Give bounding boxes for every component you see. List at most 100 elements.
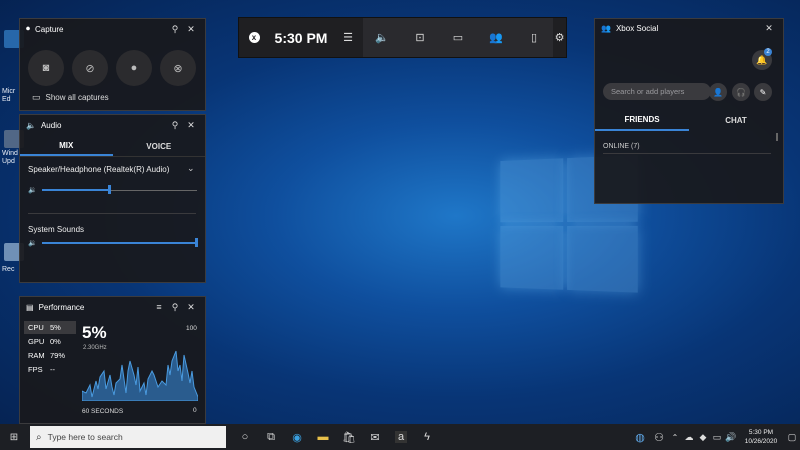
store-button[interactable]: 🛍 (336, 424, 362, 450)
tray-network[interactable]: ▭ (710, 424, 724, 450)
graph-min-label: 0 (193, 407, 197, 414)
widget-menu-button[interactable]: ☰ (333, 18, 363, 57)
mail-icon: ✉ (370, 431, 380, 444)
metric-row-fps[interactable]: FPS -- (24, 362, 76, 376)
capture-widget-button[interactable]: ⊡ (401, 18, 439, 57)
tray-people-button[interactable]: ⚇ (650, 424, 668, 450)
settings-button[interactable]: ⚙ (553, 18, 566, 57)
mouse-widget-button[interactable]: ▯ (515, 18, 553, 57)
metric-label: FPS (28, 364, 43, 374)
capture-title: Capture (35, 24, 64, 34)
file-explorer-button[interactable]: ▬ (310, 424, 336, 450)
close-icon[interactable]: ✕ (761, 23, 777, 34)
capture-widget: ⏺ Capture ⚲ ✕ ◙ ⊘ ● ⊗ ▭ Show all capture… (19, 18, 206, 111)
settings-sliders-icon[interactable]: ≡ (151, 302, 167, 312)
metric-value: 5% (50, 323, 61, 332)
metric-list: CPU 5% GPU 0% RAM 79% FPS -- (24, 321, 76, 376)
close-icon[interactable]: ✕ (183, 24, 199, 35)
online-section-header[interactable]: ONLINE (7) (603, 143, 771, 154)
amazon-button[interactable]: a (388, 424, 414, 450)
metric-row-ram[interactable]: RAM 79% (24, 348, 76, 362)
show-all-label: Show all captures (45, 93, 109, 102)
cpu-usage-graph (82, 350, 198, 401)
headset-icon: 🎧 (736, 87, 746, 97)
metric-value: 79% (50, 350, 66, 360)
chevron-up-icon: ⌃ (671, 432, 679, 442)
tray-app-button[interactable]: ◍ (630, 424, 650, 450)
mouse-icon: ▯ (530, 32, 538, 44)
mic-toggle-button[interactable]: ⊗ (160, 50, 196, 86)
party-button[interactable]: 🎧 (732, 83, 750, 101)
tray-volume[interactable]: 🔊 (724, 424, 738, 450)
tab-chat-label: CHAT (725, 115, 747, 125)
xbox-social-widget: 👥 Xbox Social ✕ 🔔 2 Search or add player… (594, 18, 784, 204)
app-button[interactable]: ϟ (414, 424, 440, 450)
volume-icon: 🔉 (28, 187, 37, 194)
metric-value: 0% (50, 336, 61, 346)
pin-icon[interactable]: ⚲ (167, 24, 183, 35)
metric-row-gpu[interactable]: GPU 0% (24, 334, 76, 348)
tray-show-hidden[interactable]: ⌃ (668, 424, 682, 450)
windows-icon: ⊞ (9, 431, 19, 443)
performance-widget-button[interactable]: ▭ (439, 18, 477, 57)
record-last-button[interactable]: ⊘ (72, 50, 108, 86)
start-button[interactable]: ⊞ (0, 424, 28, 450)
task-view-button[interactable]: ⧉ (258, 424, 284, 450)
show-all-captures-link[interactable]: ▭ Show all captures (32, 92, 109, 103)
circle-icon: ○ (241, 431, 249, 443)
performance-widget: ▤ Performance ≡ ⚲ ✕ CPU 5% GPU 0% RAM 79… (19, 296, 206, 424)
lightning-icon: ϟ (424, 431, 430, 443)
metric-row-cpu[interactable]: CPU 5% (24, 321, 76, 334)
online-count-label: ONLINE (7) (603, 143, 640, 150)
mail-button[interactable]: ✉ (362, 424, 388, 450)
folder-icon: ▬ (317, 431, 329, 443)
metric-label: GPU (28, 336, 45, 346)
social-title: Xbox Social (615, 24, 659, 33)
tray-date: 10/26/2020 (744, 438, 778, 445)
cloud-icon: ☁ (684, 431, 694, 442)
people-icon: ⚇ (654, 431, 664, 444)
search-icon: ⌕ (36, 431, 42, 443)
desktop-icon-label: Rec (2, 266, 15, 273)
edge-button[interactable]: ◉ (284, 424, 310, 450)
close-icon[interactable]: ✕ (183, 120, 199, 131)
store-icon: 🛍 (342, 431, 356, 444)
scrollbar[interactable] (776, 133, 778, 141)
system-volume-slider[interactable] (42, 238, 198, 248)
device-volume-slider[interactable] (42, 185, 197, 195)
game-bar: x 5:30 PM ☰ 🔈 ⊡ ▭ 👥 ▯ ⚙ (238, 17, 567, 58)
xbox-logo-button[interactable]: x (239, 18, 269, 57)
tab-chat[interactable]: CHAT (689, 109, 783, 131)
action-center-button[interactable]: ▢ (784, 424, 800, 450)
tray-cloud[interactable]: ☁ (682, 424, 696, 450)
player-search-input[interactable]: Search or add players (603, 83, 711, 100)
bell-icon: 🔔 (756, 54, 768, 65)
device-name: Speaker/Headphone (Realtek(R) Audio) (28, 165, 170, 174)
cortana-button[interactable]: ○ (232, 424, 258, 450)
network-icon: ▭ (712, 431, 722, 442)
new-message-button[interactable]: ✎ (754, 83, 772, 101)
tray-dropbox[interactable]: ◆ (696, 424, 710, 450)
pin-icon[interactable]: ⚲ (167, 120, 183, 131)
taskbar: ⊞ ⌕ Type here to search ○ ⧉ ◉ ▬ 🛍 ✉ a ϟ … (0, 424, 800, 450)
tab-friends[interactable]: FRIENDS (595, 109, 689, 131)
xbox-icon: x (248, 32, 260, 43)
tab-mix[interactable]: MIX (20, 136, 113, 156)
audio-widget-button[interactable]: 🔈 (363, 18, 401, 57)
tab-voice[interactable]: VOICE (113, 136, 206, 156)
person-icon: 👤 (713, 87, 723, 97)
performance-icon: ▤ (26, 302, 34, 312)
tab-mix-label: MIX (59, 140, 74, 150)
divider (28, 213, 196, 214)
social-widget-button[interactable]: 👥 (477, 18, 515, 57)
add-friend-button[interactable]: 👤 (709, 83, 727, 101)
chevron-down-icon[interactable]: ⌄ (187, 163, 195, 174)
start-recording-button[interactable]: ● (116, 50, 152, 86)
tray-clock[interactable]: 5:30 PM 10/26/2020 (738, 428, 784, 446)
taskbar-search-box[interactable]: ⌕ Type here to search (30, 426, 226, 448)
screenshot-button[interactable]: ◙ (28, 50, 64, 86)
cpu-big-value: 5% (82, 323, 107, 342)
close-icon[interactable]: ✕ (183, 302, 199, 313)
capture-icon: ⊡ (415, 32, 425, 44)
pin-icon[interactable]: ⚲ (167, 302, 183, 313)
